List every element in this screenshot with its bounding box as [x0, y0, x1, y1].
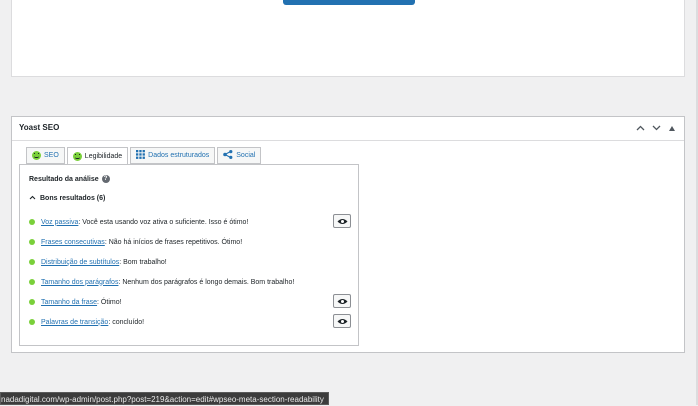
result-item: Voz passiva : Você esta usando voz ativa… [29, 214, 351, 230]
metabox-title: Yoast SEO [19, 123, 60, 132]
chevron-up-icon[interactable] [634, 121, 646, 135]
result-item: Distribuição de subtítulos : Bom trabalh… [29, 254, 351, 270]
result-link[interactable]: Palavras de transição [41, 319, 108, 326]
result-link[interactable]: Distribuição de subtítulos [41, 259, 119, 266]
result-link[interactable]: Frases consecutivas [41, 239, 105, 246]
result-item: Tamanho dos parágrafos : Nenhum dos pará… [29, 274, 351, 290]
good-status-icon [29, 319, 35, 325]
result-text: : concluído! [108, 318, 145, 326]
smiley-icon [32, 151, 41, 160]
tab-legibilidade[interactable]: Legibilidade [66, 147, 129, 165]
good-status-icon [29, 239, 35, 245]
result-text: : Bom trabalho! [119, 258, 167, 266]
readability-panel: Resultado da análise ? Bons resultados (… [19, 164, 359, 346]
publish-panel [11, 0, 685, 77]
result-item: Palavras de transição : concluído! [29, 314, 351, 330]
chevron-down-icon[interactable] [650, 121, 662, 135]
mark-button[interactable] [333, 214, 351, 228]
eye-icon [337, 218, 347, 224]
eye-icon [337, 318, 347, 324]
tab-dados-estruturados[interactable]: Dados estruturados [130, 147, 216, 164]
result-text: : Ótimo! [97, 298, 122, 306]
result-text: : Não há inícios de frases repetitivos. … [104, 238, 243, 246]
result-item: Frases consecutivas : Não há inícios de … [29, 234, 351, 250]
result-item: Tamanho da frase : Ótimo! [29, 294, 351, 310]
good-results-toggle[interactable]: Bons resultados (6) [29, 195, 105, 202]
help-icon[interactable]: ? [101, 175, 110, 183]
smiley-icon [72, 151, 82, 161]
result-text: : Você esta usando voz ativa o suficient… [78, 218, 249, 226]
grid-icon [136, 150, 146, 161]
publish-button[interactable] [283, 0, 415, 5]
metabox-tabs: SEO Legibilidade Dados estruturados Soci… [26, 147, 262, 165]
good-status-icon [29, 259, 35, 265]
result-link[interactable]: Tamanho dos parágrafos [41, 279, 118, 286]
analysis-title: Resultado da análise ? [29, 175, 110, 183]
mark-button[interactable] [333, 314, 351, 328]
result-link[interactable]: Voz passiva [41, 219, 78, 226]
result-text: : Nenhum dos parágrafos é longo demais. … [118, 278, 295, 286]
chevron-up-icon [29, 195, 36, 202]
mark-button[interactable] [333, 294, 351, 308]
tab-seo[interactable]: SEO [26, 147, 65, 164]
metabox-header: Yoast SEO [12, 117, 684, 141]
share-icon [223, 150, 233, 161]
eye-icon [337, 298, 347, 304]
good-status-icon [29, 219, 35, 225]
good-status-icon [29, 279, 35, 285]
tab-social[interactable]: Social [217, 147, 262, 164]
browser-status-bar: nadadigital.com/wp-admin/post.php?post=2… [0, 392, 329, 405]
good-status-icon [29, 299, 35, 305]
result-link[interactable]: Tamanho da frase [41, 299, 97, 306]
toggle-triangle-icon[interactable] [666, 121, 678, 135]
yoast-seo-metabox: Yoast SEO SEO Legibilidade Dados estrutu… [11, 116, 685, 353]
